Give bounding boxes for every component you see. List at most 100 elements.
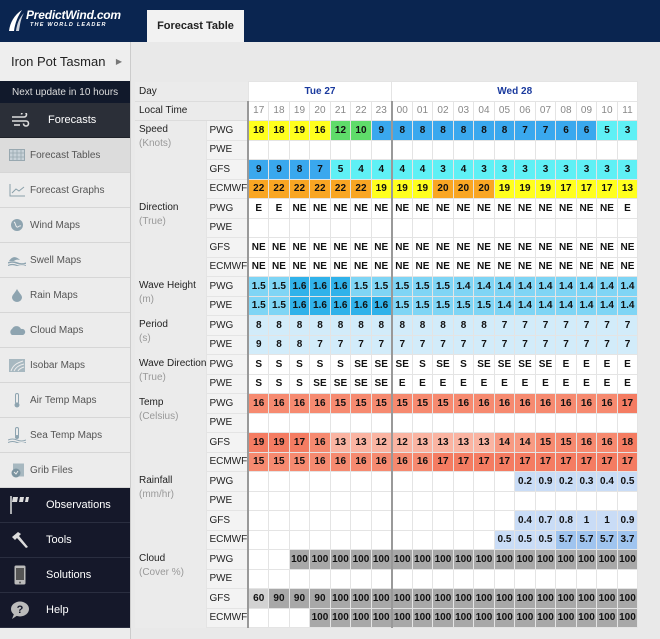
forecast-cell: 8 bbox=[432, 120, 454, 141]
forecast-cell: NE bbox=[350, 256, 372, 277]
sidebar-section-forecasts[interactable]: Forecasts bbox=[0, 103, 130, 138]
sidebar-section-help[interactable]: ? Help bbox=[0, 593, 130, 628]
forecast-cell bbox=[514, 412, 536, 433]
sidebar-item-label: Swell Maps bbox=[30, 254, 82, 266]
logo-tagline: THE WORLD LEADER bbox=[30, 22, 107, 28]
forecast-cell: E bbox=[534, 373, 557, 394]
time-header: 20 bbox=[309, 100, 331, 121]
forecast-cell: 17 bbox=[575, 178, 598, 199]
forecast-cell: NE bbox=[247, 256, 270, 277]
time-header: 11 bbox=[616, 100, 639, 121]
forecast-cell: NE bbox=[555, 256, 577, 277]
forecast-cell bbox=[350, 471, 372, 492]
forecast-cell: 7 bbox=[575, 315, 598, 336]
forecast-cell: 7 bbox=[329, 334, 352, 355]
forecast-cell: 90 bbox=[309, 588, 331, 609]
forecast-cell: E bbox=[514, 373, 536, 394]
sidebar-section-label: Forecasts bbox=[48, 114, 97, 126]
predictwind-logo[interactable]: PredictWind.com THE WORLD LEADER bbox=[8, 8, 128, 34]
sidebar-item-air-temp-maps[interactable]: Air Temp Maps bbox=[0, 383, 130, 418]
forecast-cell: 16 bbox=[309, 451, 331, 472]
forecast-cell bbox=[268, 510, 290, 531]
sidebar-section-solutions[interactable]: Solutions bbox=[0, 558, 130, 593]
forecast-cell: 1.4 bbox=[596, 276, 618, 297]
forecast-cell: E bbox=[575, 354, 598, 375]
tab-forecast-table[interactable]: Forecast Table bbox=[147, 10, 244, 42]
forecast-cell: SE bbox=[329, 373, 352, 394]
time-header: 00 bbox=[390, 100, 413, 121]
forecast-cell: 19 bbox=[247, 432, 270, 453]
table-row: Speed (Knots) PWG 18 18 19 16 12 10 9 8 8 8 8 8 8 7 7 6 6 5 3 bbox=[135, 120, 639, 199]
forecast-cell: 15 bbox=[534, 432, 557, 453]
forecast-cell: 14 bbox=[514, 432, 536, 453]
parameter-name: Temp bbox=[139, 396, 164, 408]
time-header: 01 bbox=[411, 100, 434, 121]
forecast-cell: 13 bbox=[411, 432, 434, 453]
forecast-cell: E bbox=[596, 373, 618, 394]
forecast-cell: 100 bbox=[616, 607, 639, 628]
forecast-cell: 7 bbox=[309, 159, 331, 180]
graph-icon bbox=[0, 183, 30, 197]
forecast-cell: NE bbox=[329, 198, 352, 219]
next-update-notice: Next update in 10 hours bbox=[0, 81, 130, 103]
table-row: Period (s) PWG 8 8 8 8 8 8 8 8 8 8 8 8 7 7 7 7 7 7 7 bbox=[135, 315, 639, 355]
forecast-cell: 0.2 bbox=[514, 471, 536, 492]
forecast-cell: E bbox=[452, 373, 475, 394]
sidebar-item-swell-maps[interactable]: Swell Maps bbox=[0, 243, 130, 278]
parameter-unit: (Celsius) bbox=[139, 410, 179, 422]
forecast-cell: E bbox=[616, 354, 639, 375]
forecast-cell: 5.7 bbox=[575, 529, 598, 550]
sidebar-item-sea-temp-maps[interactable]: Sea Temp Maps bbox=[0, 418, 130, 453]
forecast-cell: 7 bbox=[616, 315, 639, 336]
phone-icon bbox=[0, 565, 40, 585]
forecast-cell: 100 bbox=[473, 607, 495, 628]
forecast-cell bbox=[350, 217, 372, 238]
forecast-cell: 100 bbox=[534, 588, 557, 609]
forecast-cell: 17 bbox=[575, 451, 598, 472]
forecast-cell: 1.4 bbox=[616, 276, 639, 297]
forecast-cell bbox=[596, 568, 618, 589]
sidebar-item-forecast-graphs[interactable]: Forecast Graphs bbox=[0, 173, 130, 208]
forecast-cell bbox=[452, 412, 475, 433]
flags-icon bbox=[0, 496, 40, 514]
forecast-cell: NE bbox=[370, 256, 393, 277]
sidebar-item-forecast-tables[interactable]: Forecast Tables bbox=[0, 138, 130, 173]
forecast-cell: 17 bbox=[596, 178, 618, 199]
parameter-label: Speed (Knots) bbox=[135, 120, 207, 199]
forecast-cell: 0.9 bbox=[616, 510, 639, 531]
forecast-cell bbox=[268, 139, 290, 160]
sidebar-item-cloud-maps[interactable]: Cloud Maps bbox=[0, 313, 130, 348]
sidebar-section-observations[interactable]: Observations bbox=[0, 488, 130, 523]
parameter-unit: (True) bbox=[139, 371, 166, 383]
model-label: PWE bbox=[206, 373, 249, 394]
forecast-cell bbox=[350, 529, 372, 550]
model-label: PWG bbox=[206, 276, 249, 297]
forecast-cell: 1.4 bbox=[596, 295, 618, 316]
forecast-cell: 100 bbox=[390, 607, 413, 628]
location-selector[interactable]: Iron Pot Tasman ▶ bbox=[0, 42, 130, 81]
forecast-cell: 100 bbox=[493, 607, 516, 628]
forecast-cell: 1.4 bbox=[534, 295, 557, 316]
model-label: PWE bbox=[206, 412, 249, 433]
forecast-cell: 100 bbox=[473, 588, 495, 609]
forecast-cell: 7 bbox=[493, 334, 516, 355]
sidebar-item-isobar-maps[interactable]: Isobar Maps bbox=[0, 348, 130, 383]
model-label: GFS bbox=[206, 159, 249, 180]
forecast-cell: 8 bbox=[473, 120, 495, 141]
sidebar-item-rain-maps[interactable]: Rain Maps bbox=[0, 278, 130, 313]
forecast-cell bbox=[473, 471, 495, 492]
forecast-cell: 3 bbox=[493, 159, 516, 180]
forecast-cell bbox=[288, 471, 311, 492]
forecast-cell: 3 bbox=[555, 159, 577, 180]
parameter-name: Rainfall bbox=[139, 474, 173, 486]
forecast-cell: 1.5 bbox=[390, 276, 413, 297]
sidebar-item-grib-files[interactable]: Grib Files bbox=[0, 453, 130, 488]
forecast-cell: 15 bbox=[555, 432, 577, 453]
forecast-cell: E bbox=[555, 354, 577, 375]
table-row: Direction (True) PWG E E NE NE NE NE NE NE NE NE NE NE… bbox=[135, 198, 639, 277]
forecast-cell: 90 bbox=[268, 588, 290, 609]
forecast-cell: 1.6 bbox=[350, 295, 372, 316]
forecast-cell bbox=[350, 568, 372, 589]
sidebar-item-wind-maps[interactable]: Wind Maps bbox=[0, 208, 130, 243]
sidebar-section-tools[interactable]: Tools bbox=[0, 523, 130, 558]
